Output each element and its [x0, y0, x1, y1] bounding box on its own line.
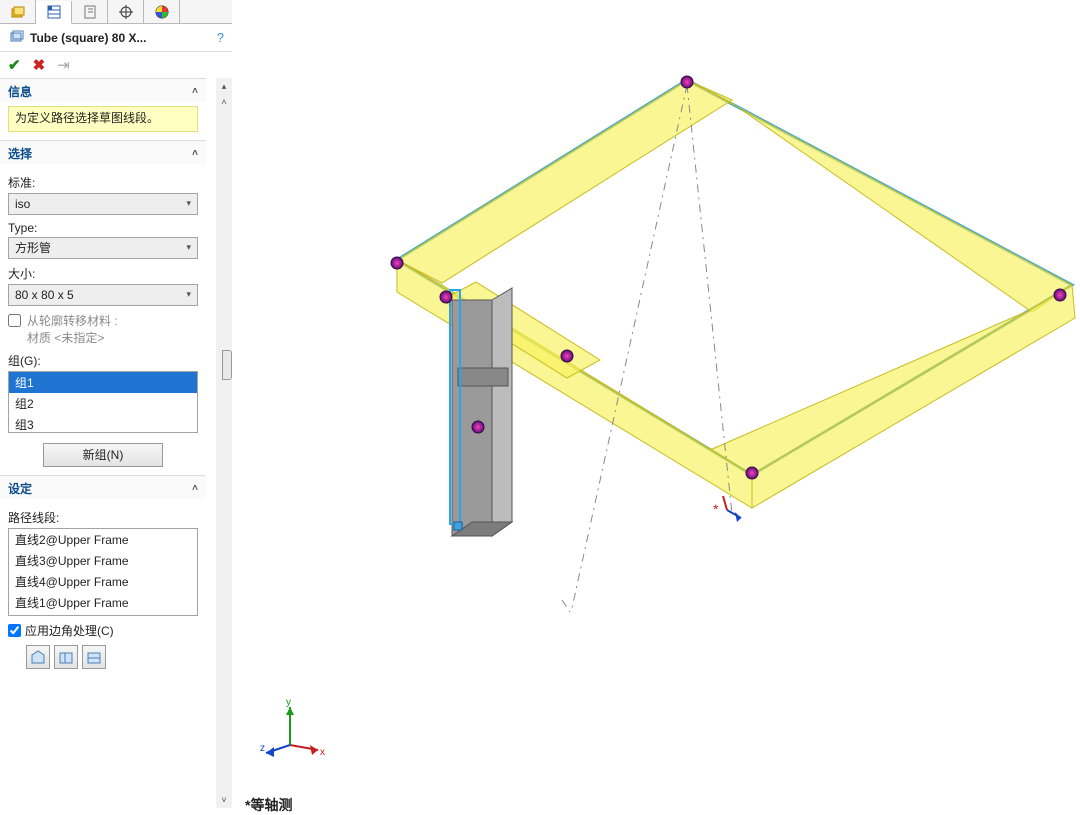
new-group-button[interactable]: 新组(N): [43, 443, 163, 467]
view-label: *等轴测: [245, 795, 292, 815]
group-item[interactable]: 组2: [9, 393, 197, 414]
help-icon[interactable]: ?: [217, 30, 224, 45]
type-select[interactable]: 方形管▾: [8, 237, 198, 259]
collapse-icon[interactable]: ˄: [192, 148, 198, 159]
tab-property-manager[interactable]: [36, 1, 72, 24]
section-select-title: 选择: [8, 145, 32, 162]
corner-treatment-label: 应用边角处理(C): [25, 622, 114, 639]
info-message: 为定义路径选择草图线段。: [8, 106, 198, 132]
path-label: 路径线段:: [8, 509, 198, 526]
size-select[interactable]: 80 x 80 x 5▾: [8, 284, 198, 306]
chevron-down-icon: ▾: [186, 289, 191, 300]
size-label: 大小:: [8, 265, 198, 282]
chevron-down-icon: ▾: [186, 242, 191, 253]
svg-text:y: y: [286, 697, 291, 708]
path-list: 直线2@Upper Frame 直线3@Upper Frame 直线4@Uppe…: [8, 528, 198, 616]
collapse-icon[interactable]: ˄: [192, 86, 198, 97]
material-label: 材质 <未指定>: [27, 329, 118, 346]
section-info-header: 信息 ˄: [0, 78, 206, 102]
path-item[interactable]: 直线3@Upper Frame: [9, 550, 197, 571]
type-label: Type:: [8, 221, 198, 235]
collapse-icon[interactable]: ˄: [192, 483, 198, 494]
tab-feature-tree[interactable]: [0, 0, 36, 23]
corner-endmiter-button[interactable]: [26, 645, 50, 669]
corner-endbutt2-button[interactable]: [82, 645, 106, 669]
tab-appearance[interactable]: [144, 0, 180, 23]
ok-button[interactable]: ✔: [8, 56, 21, 74]
scroll-up-icon[interactable]: ˄: [216, 94, 232, 110]
panel-scrollbar[interactable]: ▴ ˄ ˅: [216, 78, 232, 808]
svg-text:x: x: [320, 747, 325, 758]
scroll-down-icon[interactable]: ˅: [216, 792, 232, 808]
cancel-button[interactable]: ✖: [33, 56, 46, 74]
group-list: 组1 组2 组3: [8, 371, 198, 433]
svg-text:*: *: [713, 501, 719, 517]
standard-select[interactable]: iso▾: [8, 193, 198, 215]
transfer-material-checkbox[interactable]: [8, 314, 21, 327]
standard-label: 标准:: [8, 174, 198, 191]
section-info-title: 信息: [8, 83, 32, 100]
path-item[interactable]: 直线4@Upper Frame: [9, 571, 197, 592]
section-select-header: 选择 ˄: [0, 140, 206, 164]
group-label: 组(G):: [8, 352, 198, 369]
section-settings-title: 设定: [8, 480, 32, 497]
triad-axes: x y z: [260, 695, 330, 765]
viewport-3d[interactable]: *: [232, 0, 1080, 808]
tab-dimxpert[interactable]: [108, 0, 144, 23]
group-item[interactable]: 组3: [9, 414, 197, 435]
corner-treatment-checkbox[interactable]: [8, 624, 21, 637]
splitter-handle[interactable]: [222, 350, 232, 380]
path-item[interactable]: 直线2@Upper Frame: [9, 529, 197, 550]
transfer-label: 从轮廓转移材料 :: [27, 312, 118, 329]
panel-tabs: [0, 0, 232, 24]
tab-configuration[interactable]: [72, 0, 108, 23]
corner-endbutt1-button[interactable]: [54, 645, 78, 669]
section-settings-header: 设定 ˄: [0, 475, 206, 499]
feature-title: Tube (square) 80 X...: [30, 31, 217, 45]
group-item[interactable]: 组1: [9, 372, 197, 393]
pin-button[interactable]: ⇥: [57, 56, 70, 74]
chevron-down-icon: ▾: [186, 198, 191, 209]
scroll-top-icon[interactable]: ▴: [216, 78, 232, 94]
svg-text:z: z: [260, 743, 265, 754]
feature-icon: [8, 28, 24, 47]
path-item[interactable]: 直线1@Upper Frame: [9, 592, 197, 613]
